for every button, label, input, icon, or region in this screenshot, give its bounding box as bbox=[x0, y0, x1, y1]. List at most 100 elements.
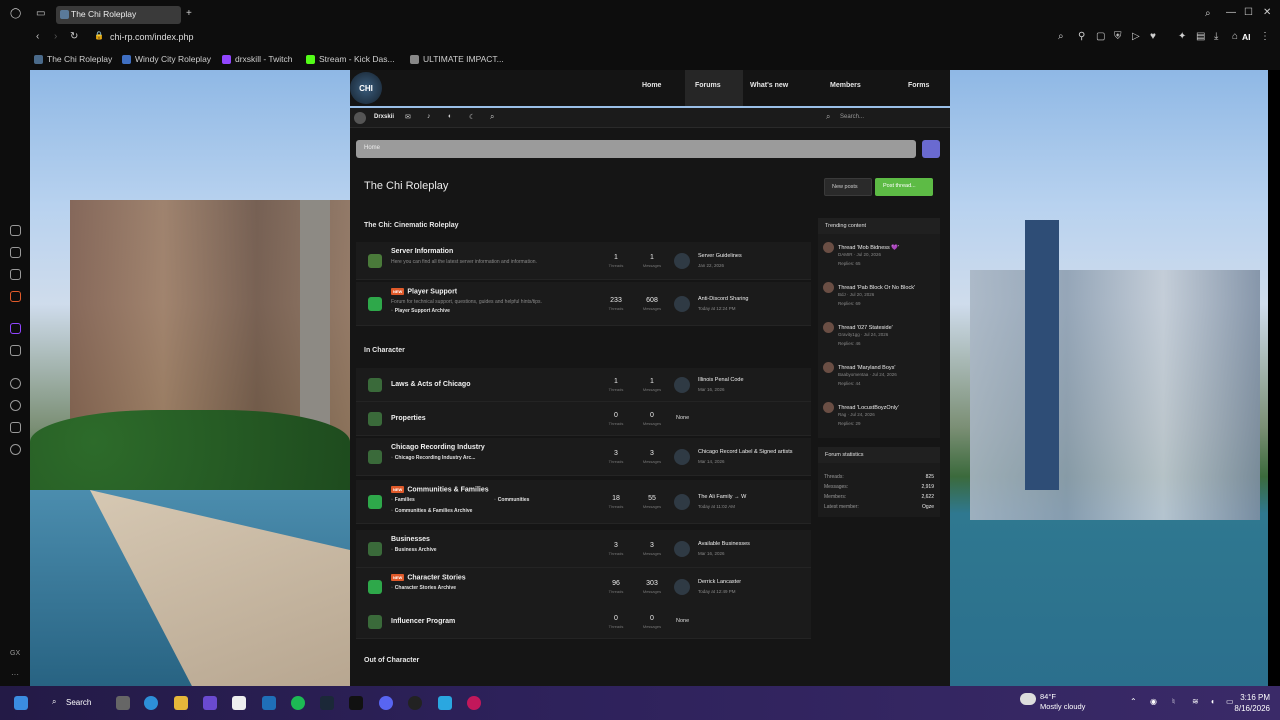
breadcrumb[interactable]: Home bbox=[356, 140, 916, 158]
snapshot-icon[interactable]: ▢ bbox=[1096, 31, 1105, 42]
crypto-icon[interactable] bbox=[10, 247, 21, 258]
forum-row[interactable]: NEW Player Support Forum for technical sup… bbox=[356, 282, 811, 326]
forum-title[interactable]: Businesses bbox=[391, 536, 430, 543]
task-view-icon[interactable] bbox=[116, 696, 130, 710]
shield-icon[interactable]: ⛨ bbox=[1114, 31, 1122, 42]
last-post-title[interactable]: The Ali Family → W bbox=[698, 494, 746, 500]
search-input[interactable]: Search... bbox=[840, 114, 864, 120]
avatar[interactable] bbox=[354, 112, 366, 124]
last-poster-avatar[interactable] bbox=[674, 541, 690, 557]
percent-icon[interactable] bbox=[10, 345, 21, 356]
player-sidebar-icon[interactable] bbox=[10, 378, 21, 389]
subforum-link[interactable]: ▫ Communities bbox=[494, 497, 529, 503]
forum-title[interactable]: Chicago Recording Industry bbox=[391, 444, 485, 451]
last-poster-avatar[interactable] bbox=[674, 296, 690, 312]
forum-title[interactable]: NEW Player Support bbox=[391, 288, 457, 295]
last-post-title[interactable]: Illinois Penal Code bbox=[698, 377, 744, 383]
subforum-link[interactable]: ▫ Families bbox=[391, 497, 415, 503]
mic-icon[interactable]: ♮ bbox=[1172, 697, 1175, 706]
discord-taskbar-icon[interactable] bbox=[379, 696, 393, 710]
url-field[interactable]: chi-rp.com/index.php bbox=[110, 32, 194, 42]
tray-chevron-icon[interactable]: ⌃ bbox=[1130, 697, 1137, 706]
last-poster-avatar[interactable] bbox=[674, 494, 690, 510]
forum-title[interactable]: Properties bbox=[391, 415, 426, 422]
taskbar-search-label[interactable]: Search bbox=[66, 698, 91, 707]
minimize-icon[interactable]: — bbox=[1226, 7, 1236, 18]
forum-title[interactable]: Server Information bbox=[391, 248, 453, 255]
ai-button[interactable]: AI bbox=[1242, 32, 1251, 42]
tray-app-icon[interactable]: ◉ bbox=[1150, 697, 1157, 706]
theme-icon[interactable]: ☾ bbox=[469, 113, 475, 121]
forum-title[interactable]: NEW Character Stories bbox=[391, 574, 466, 581]
download-icon[interactable]: ⤓ bbox=[1214, 31, 1218, 42]
subforum-link[interactable]: ▫ Player Support Archive bbox=[391, 308, 450, 314]
forum-row[interactable]: Laws & Acts of Chicago 1 Threads 1 Messages I… bbox=[356, 368, 811, 402]
subforum-link[interactable]: ▫ Business Archive bbox=[391, 547, 437, 553]
username[interactable]: Drxskii bbox=[374, 114, 394, 120]
more-icon[interactable]: ··· bbox=[11, 670, 19, 679]
last-poster-avatar[interactable] bbox=[674, 449, 690, 465]
extensions-sidebar-icon[interactable] bbox=[10, 422, 21, 433]
forum-row[interactable]: Influencer Program 0 Threads 0 Messages None bbox=[356, 605, 811, 639]
edge-icon[interactable] bbox=[144, 696, 158, 710]
camera-icon[interactable]: ⌂ bbox=[1232, 31, 1238, 42]
gx-icon[interactable]: GX bbox=[10, 650, 20, 657]
pin-icon[interactable]: ⚲ bbox=[1078, 31, 1085, 42]
last-post-title[interactable]: Available Businesses bbox=[698, 541, 750, 547]
easy-setup-icon[interactable] bbox=[10, 269, 21, 280]
wallet-icon[interactable]: ▤ bbox=[1196, 31, 1205, 42]
forum-row[interactable]: NEW Communities & Families ▫ Families ▫ Commu… bbox=[356, 480, 811, 524]
bookmark-item[interactable]: drxskill - Twitch bbox=[222, 54, 292, 64]
bookmark-item[interactable]: Stream - Kick Das... bbox=[306, 54, 395, 64]
heart-icon[interactable]: ♥ bbox=[1150, 31, 1156, 42]
wifi-icon[interactable]: ≋ bbox=[1192, 697, 1199, 706]
discord-icon[interactable] bbox=[922, 140, 940, 158]
mail-icon[interactable] bbox=[10, 291, 21, 302]
site-logo[interactable]: CHI bbox=[350, 72, 382, 104]
last-post-title[interactable]: Server Guidelines bbox=[698, 253, 742, 259]
toggle-icon[interactable]: ◐ bbox=[448, 113, 452, 120]
outlook-icon[interactable] bbox=[262, 696, 276, 710]
steam-icon[interactable] bbox=[320, 696, 334, 710]
search-tabs-icon[interactable]: ⌕ bbox=[1205, 8, 1211, 19]
post-thread-button[interactable]: Post thread... bbox=[875, 178, 933, 196]
taskbar-search-icon[interactable]: ⌕ bbox=[52, 697, 56, 707]
bookmark-item[interactable]: The Chi Roleplay bbox=[34, 54, 112, 64]
subforum-link[interactable]: ▫ Communities & Families Archive bbox=[391, 508, 472, 514]
bell-icon[interactable]: ♪ bbox=[427, 113, 431, 120]
new-posts-button[interactable]: New posts bbox=[824, 178, 872, 196]
forum-row[interactable]: NEW Character Stories ▫ Character Stories A… bbox=[356, 568, 811, 606]
tab-active[interactable]: The Chi Roleplay bbox=[56, 6, 181, 24]
zoom-icon[interactable]: ⌕ bbox=[1058, 31, 1064, 42]
last-post-title[interactable]: Chicago Record Label & Signed artists bbox=[698, 449, 792, 455]
nav-item-forms[interactable]: Forms bbox=[908, 82, 929, 89]
aria-icon[interactable] bbox=[10, 225, 21, 236]
opera-gx-taskbar-icon[interactable] bbox=[467, 696, 481, 710]
twitch-icon[interactable] bbox=[10, 323, 21, 334]
menu-icon[interactable]: ⋮ bbox=[1260, 31, 1270, 42]
nav-item-forums[interactable]: Forums bbox=[685, 70, 743, 106]
forum-row[interactable]: Properties 0 Threads 0 Messages None bbox=[356, 402, 811, 436]
history-icon[interactable] bbox=[10, 400, 21, 411]
last-post-title[interactable]: Derrick Lancaster bbox=[698, 579, 741, 585]
new-tab-button[interactable]: + bbox=[186, 8, 192, 19]
last-poster-avatar[interactable] bbox=[674, 253, 690, 269]
windows-start-icon[interactable] bbox=[14, 696, 28, 710]
app-icon[interactable] bbox=[438, 696, 452, 710]
file-explorer-icon[interactable] bbox=[174, 696, 188, 710]
last-post-title[interactable]: Anti-Discord Sharing bbox=[698, 296, 748, 302]
forum-row[interactable]: Businesses ▫ Business Archive 3 Threads 3 Mess… bbox=[356, 530, 811, 568]
forum-title[interactable]: NEW Communities & Families bbox=[391, 486, 489, 493]
nav-item-home[interactable]: Home bbox=[642, 82, 661, 89]
copilot-icon[interactable] bbox=[203, 696, 217, 710]
opera-logo-icon[interactable]: ◯ bbox=[10, 8, 21, 19]
clock[interactable]: 3:16 PM 8/16/2026 bbox=[1200, 692, 1270, 714]
bookmark-item[interactable]: ULTIMATE IMPACT... bbox=[410, 54, 504, 64]
forum-row[interactable]: Chicago Recording Industry ▫ Chicago Recor… bbox=[356, 438, 811, 476]
nav-item-whatsnew[interactable]: What's new bbox=[750, 82, 788, 89]
forum-row[interactable]: Server Information Here you can find all … bbox=[356, 242, 811, 280]
back-icon[interactable]: ‹ bbox=[36, 31, 39, 42]
settings-icon[interactable] bbox=[10, 444, 21, 455]
maximize-icon[interactable]: ☐ bbox=[1244, 7, 1253, 18]
tab-menu-icon[interactable]: ▭ bbox=[36, 8, 45, 19]
